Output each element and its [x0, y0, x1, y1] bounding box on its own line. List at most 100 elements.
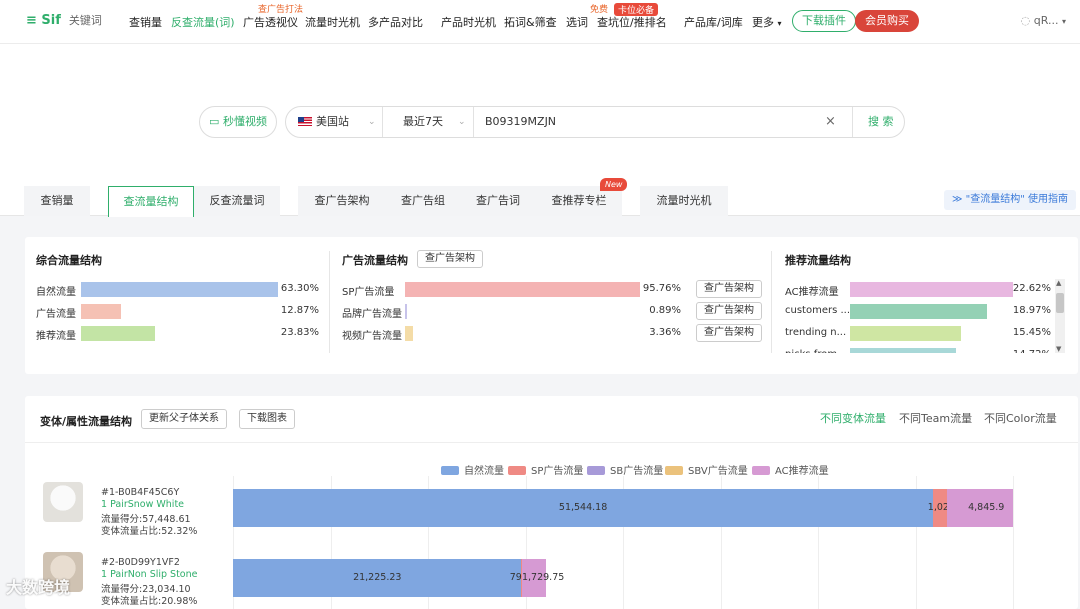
- nav-item-multi-compare[interactable]: 多产品对比: [368, 14, 423, 30]
- scrollbar-thumb[interactable]: [1056, 293, 1064, 313]
- logo-mark: ≡ Sif: [26, 13, 61, 28]
- product-traffic-ratio: 变体流量占比:52.32%: [101, 526, 198, 537]
- ad-architecture-row-button[interactable]: 查广告架构: [696, 280, 762, 298]
- legend-label: AC推荐流量: [775, 466, 829, 477]
- download-chart-button[interactable]: 下载图表: [239, 409, 295, 429]
- structure-row-label: customers ...: [785, 305, 851, 316]
- tab-traffic-timemachine[interactable]: 流量时光机: [640, 186, 728, 216]
- site-select[interactable]: 美国站 ⌄: [298, 107, 382, 137]
- divider: [771, 251, 772, 353]
- search-button[interactable]: 搜 索: [868, 107, 898, 137]
- legend-item[interactable]: AC推荐流量: [752, 462, 829, 477]
- chevron-down-icon: ▾: [1061, 17, 1066, 26]
- nav-item-product-timemachine[interactable]: 产品时光机: [441, 14, 496, 30]
- usage-guide-link[interactable]: ≫ "查流量结构" 使用指南: [943, 190, 1076, 210]
- structure-row-pct: 14.72%: [1007, 349, 1051, 353]
- divider: [25, 442, 1078, 443]
- divider: [473, 107, 474, 137]
- structure-row-pct: 23.83%: [280, 327, 319, 338]
- legend-swatch: [665, 466, 683, 475]
- search-bar: 美国站 ⌄ 最近7天 ⌄ B09319MZJN × 搜 索: [285, 106, 905, 138]
- variant-bar-value: 1,729.75: [521, 572, 565, 583]
- overall-structure-title: 综合流量结构: [36, 254, 102, 267]
- filter-color-traffic[interactable]: 不同Color流量: [984, 410, 1057, 426]
- download-plugin-button[interactable]: 下载插件: [792, 10, 856, 32]
- scroll-down-icon[interactable]: ▼: [1056, 345, 1061, 353]
- structure-bar: [405, 282, 640, 297]
- variant-bar-value: 21,225.23: [353, 572, 402, 583]
- top-navbar: ≡ Sif 关键词 查广告打法 免费 卡位必备 查销量 反查流量(词) 广告透视仪…: [0, 0, 1080, 44]
- ad-architecture-header-button[interactable]: 查广告架构: [417, 250, 483, 268]
- legend-swatch: [508, 466, 526, 475]
- video-guide-label: 秒懂视频: [222, 115, 267, 128]
- structure-row-label: trending n...: [785, 327, 847, 338]
- nav-more-label: 更多: [752, 16, 774, 29]
- structure-row-pct: 63.30%: [280, 283, 319, 294]
- structure-row-label: 视频广告流量: [342, 331, 402, 342]
- video-guide-button[interactable]: ▭ 秒懂视频: [199, 106, 277, 138]
- divider: [852, 107, 853, 137]
- filter-team-traffic[interactable]: 不同Team流量: [899, 410, 972, 426]
- scrollbar[interactable]: ▲ ▼: [1055, 279, 1065, 353]
- legend-item[interactable]: SP广告流量: [508, 462, 583, 477]
- update-variant-relation-button[interactable]: 更新父子体关系: [141, 409, 227, 429]
- structure-row-pct: 12.87%: [280, 305, 319, 316]
- ad-architecture-row-button[interactable]: 查广告架构: [696, 302, 762, 320]
- nav-item-library[interactable]: 产品库/词库: [684, 14, 743, 30]
- nav-item-more[interactable]: 更多 ▾: [752, 14, 782, 30]
- product-asin: #2-B0D99Y1VF2: [101, 557, 180, 568]
- tab-ad-group[interactable]: 查广告组: [386, 186, 460, 216]
- variant-bar-value: 4,845.9: [968, 502, 1005, 513]
- product-thumbnail[interactable]: [43, 482, 83, 522]
- nav-item-traffic-timemachine[interactable]: 流量时光机: [305, 14, 360, 30]
- structure-row-label: 广告流量: [36, 309, 76, 320]
- variant-bar-value: 51,544.18: [558, 502, 608, 513]
- tab-reverse-words[interactable]: 反查流量词: [194, 186, 280, 216]
- structure-row-label: AC推荐流量: [785, 287, 839, 298]
- product-variant-name[interactable]: 1 PairSnow White: [101, 499, 184, 510]
- tab-ad-words[interactable]: 查广告词: [460, 186, 536, 216]
- structure-row-pct: 18.97%: [1012, 305, 1051, 316]
- scroll-up-icon[interactable]: ▲: [1056, 279, 1061, 287]
- nav-item-ad-insight[interactable]: 广告透视仪: [243, 14, 298, 30]
- tab-sales[interactable]: 查销量: [24, 186, 90, 216]
- nav-item-expand-words[interactable]: 拓词&筛查: [504, 14, 557, 30]
- structure-bar: [81, 304, 122, 319]
- product-variant-name[interactable]: 1 PairNon Slip Stone: [101, 569, 197, 580]
- user-menu[interactable]: ◌ qR... ▾: [1021, 14, 1066, 27]
- ad-structure-title: 广告流量结构: [342, 254, 408, 267]
- variant-structure-card: 变体/属性流量结构 更新父子体关系 下载图表 不同变体流量 不同Team流量 不…: [25, 396, 1078, 609]
- watermark: 大数跨境: [6, 578, 71, 597]
- legend-swatch: [441, 466, 459, 475]
- variant-structure-title: 变体/属性流量结构: [40, 415, 133, 428]
- legend-item[interactable]: 自然流量: [441, 462, 504, 477]
- structure-row-label: picks from ...: [785, 349, 850, 353]
- nav-item-reverse-traffic[interactable]: 反查流量(词): [171, 14, 235, 30]
- asin-input[interactable]: B09319MZJN: [485, 107, 805, 137]
- structure-bar: [81, 326, 156, 341]
- legend-item[interactable]: SBV广告流量: [665, 462, 748, 477]
- chevron-down-icon: ⌄: [458, 117, 466, 127]
- logo[interactable]: ≡ Sif 关键词: [26, 12, 102, 28]
- tab-ad-architecture[interactable]: 查广告架构: [298, 186, 386, 216]
- close-icon[interactable]: ×: [825, 107, 839, 137]
- structure-row-pct: 0.89%: [649, 305, 681, 316]
- structure-row-label: 品牌广告流量: [342, 309, 402, 320]
- tab-traffic-structure[interactable]: 查流量结构: [108, 186, 194, 217]
- legend-item[interactable]: SB广告流量: [587, 462, 663, 477]
- new-badge: New: [600, 178, 628, 191]
- nav-item-select-words[interactable]: 选词: [566, 14, 588, 30]
- date-range-select[interactable]: 最近7天 ⌄: [403, 107, 471, 137]
- structure-row-pct: 15.45%: [1012, 327, 1051, 338]
- structure-bar: [850, 282, 1013, 297]
- legend-label: SB广告流量: [610, 466, 664, 477]
- recommend-structure-scroll[interactable]: AC推荐流量 22.62% customers ... 18.97% trending …: [775, 277, 1065, 353]
- ad-architecture-row-button[interactable]: 查广告架构: [696, 324, 762, 342]
- legend-label: SP广告流量: [531, 466, 584, 477]
- nav-item-sales[interactable]: 查销量: [129, 14, 162, 30]
- vip-purchase-button[interactable]: 会员购买: [855, 10, 919, 32]
- grid-line: [1013, 476, 1014, 609]
- structure-row-label: 推荐流量: [36, 331, 76, 342]
- filter-variant-traffic[interactable]: 不同变体流量: [820, 410, 886, 426]
- nav-item-rank-slot[interactable]: 查坑位/推排名: [597, 14, 667, 30]
